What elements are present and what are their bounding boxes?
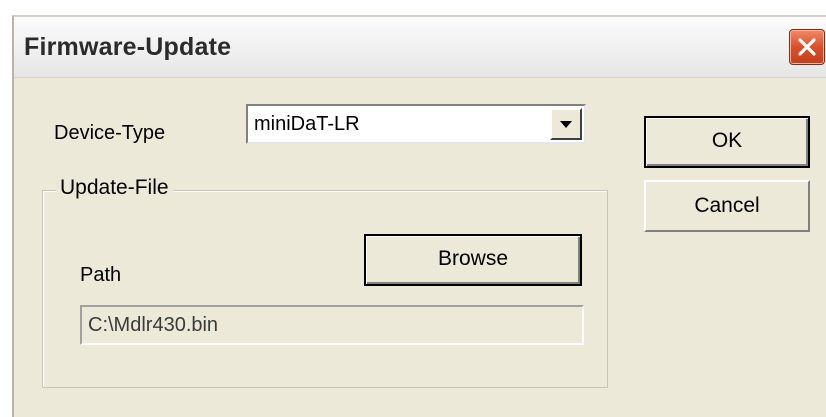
device-type-value: miniDaT-LR bbox=[254, 113, 360, 135]
browse-button[interactable]: Browse bbox=[364, 234, 582, 286]
close-icon bbox=[798, 38, 816, 56]
window-title: Firmware-Update bbox=[24, 33, 232, 61]
ok-button[interactable]: OK bbox=[644, 116, 810, 168]
dropdown-button[interactable] bbox=[550, 108, 582, 140]
cancel-button[interactable]: Cancel bbox=[644, 180, 810, 232]
chevron-down-icon bbox=[560, 121, 572, 128]
close-button[interactable] bbox=[789, 29, 825, 65]
update-file-group-label: Update-File bbox=[56, 176, 173, 200]
path-label: Path bbox=[80, 264, 122, 286]
title-bar[interactable]: Firmware-Update bbox=[14, 17, 826, 78]
device-type-label: Device-Type bbox=[54, 122, 166, 144]
path-field[interactable]: C:\Mdlr430.bin bbox=[80, 305, 584, 345]
device-type-select[interactable]: miniDaT-LR bbox=[246, 104, 586, 144]
update-file-group bbox=[42, 190, 608, 388]
